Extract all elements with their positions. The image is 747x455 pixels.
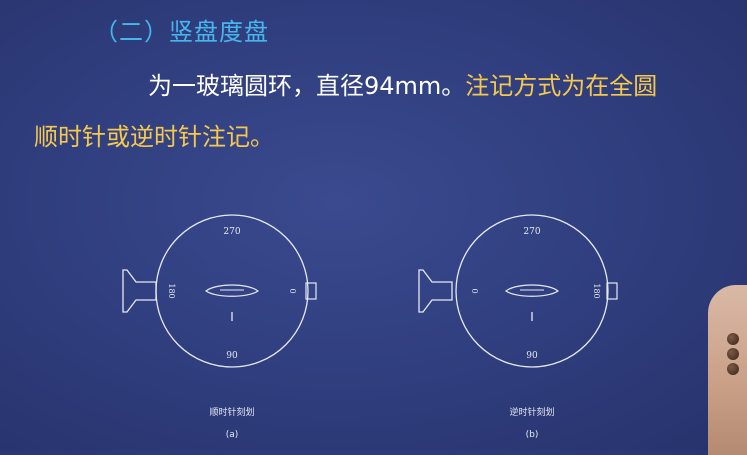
sub-a: (a): [226, 430, 239, 440]
bracelet-bead: [727, 333, 739, 345]
label-180-b: 180: [592, 283, 601, 298]
bubble-a: [204, 284, 260, 297]
bracelet-bead: [727, 363, 739, 375]
label-270-a: 270: [223, 227, 240, 237]
sub-b: (b): [526, 430, 539, 440]
bubble-b: [504, 284, 560, 297]
eyepiece-b: [418, 269, 453, 313]
bracelet-bead: [727, 348, 739, 360]
label-90-b: 90: [526, 351, 538, 361]
label-0-b: 0: [470, 288, 479, 293]
dial-figure-a: 270 90 180 0 顺时针刻划 (a): [122, 214, 317, 440]
dial-diagrams: 270 90 180 0 顺时针刻划 (a) 270 90 0 180 逆时针刻…: [122, 214, 618, 440]
eyepiece-a: [122, 269, 157, 313]
label-180-a: 180: [167, 283, 176, 298]
label-270-b: 270: [523, 227, 540, 237]
label-0-a: 0: [288, 288, 297, 293]
caption-a: 顺时针刻划: [209, 406, 254, 418]
dial-circle-a: [155, 214, 309, 368]
label-90-a: 90: [226, 351, 238, 361]
dial-figure-b: 270 90 0 180 逆时针刻划 (b): [418, 214, 618, 440]
caption-b: 逆时针刻划: [509, 406, 554, 418]
